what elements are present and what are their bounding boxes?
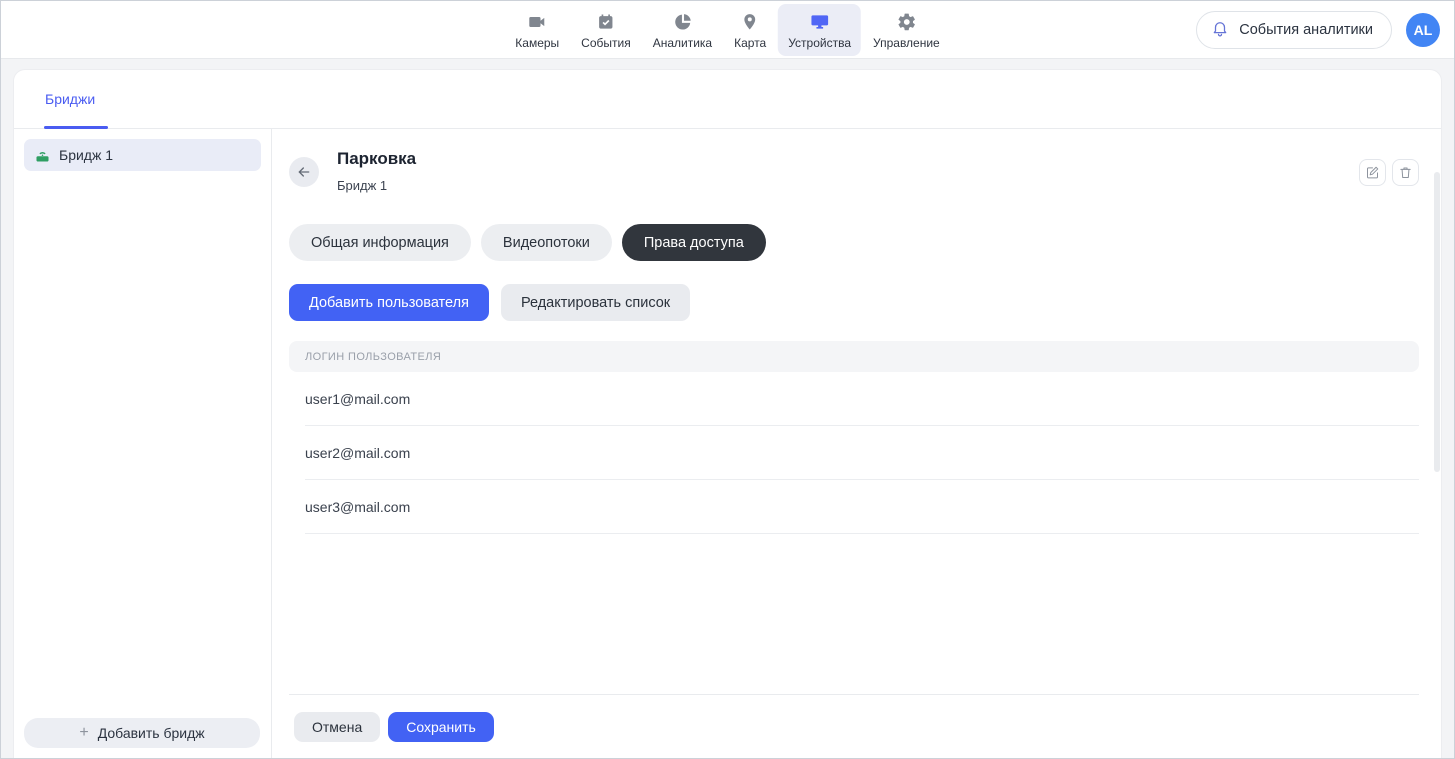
nav-item-map[interactable]: Карта: [724, 4, 776, 56]
map-pin-icon: [739, 11, 761, 33]
sidebar-item-bridge-1[interactable]: Бридж 1: [24, 139, 261, 171]
back-arrow-icon: [296, 164, 312, 180]
edit-icon: [1365, 165, 1380, 180]
cancel-button[interactable]: Отмена: [294, 712, 380, 742]
scrollbar-thumb[interactable]: [1434, 172, 1440, 472]
nav-label: Устройства: [788, 36, 851, 50]
analytics-icon: [671, 11, 693, 33]
sidebar-item-label: Бридж 1: [59, 147, 113, 163]
tab-bridges[interactable]: Бриджи: [45, 91, 95, 107]
page-subtitle: Бридж 1: [337, 178, 416, 193]
nav-label: Управление: [873, 36, 940, 50]
nav-label: Карта: [734, 36, 766, 50]
bridge-list-sidebar: Бридж 1 + Добавить бридж: [14, 129, 272, 758]
add-bridge-button[interactable]: + Добавить бридж: [24, 718, 260, 748]
analytics-events-label: События аналитики: [1239, 22, 1373, 38]
device-detail-panel: Парковка Бридж 1: [273, 129, 1441, 758]
nav-item-management[interactable]: Управление: [863, 4, 950, 56]
table-header: ЛОГИН ПОЛЬЗОВАТЕЛЯ: [289, 341, 1419, 372]
edit-list-button[interactable]: Редактировать список: [501, 284, 690, 321]
content-card: Бриджи Бридж 1 + Добавить бридж: [13, 69, 1442, 758]
header-actions: [1359, 159, 1419, 186]
delete-button[interactable]: [1392, 159, 1419, 186]
page-title: Парковка: [337, 149, 416, 169]
nav-item-cameras[interactable]: Камеры: [505, 4, 569, 56]
user-login: user3@mail.com: [305, 499, 410, 515]
user-login: user2@mail.com: [305, 445, 410, 461]
save-button[interactable]: Сохранить: [388, 712, 494, 742]
nav-item-events[interactable]: События: [571, 4, 641, 56]
avatar-initials: AL: [1414, 22, 1433, 38]
users-table: ЛОГИН ПОЛЬЗОВАТЕЛЯ user1@mail.com user2@…: [289, 341, 1419, 534]
trash-icon: [1398, 165, 1413, 180]
avatar[interactable]: AL: [1406, 13, 1440, 47]
device-header: Парковка Бридж 1: [289, 149, 1419, 193]
tab-general-info[interactable]: Общая информация: [289, 224, 471, 261]
top-bar: Камеры События Аналитика Карта Устройств: [1, 1, 1454, 59]
main-navigation: Камеры События Аналитика Карта Устройств: [505, 1, 949, 59]
form-footer: Отмена Сохранить: [289, 694, 1419, 758]
card-tab-strip: Бриджи: [14, 70, 1441, 129]
edit-button[interactable]: [1359, 159, 1386, 186]
topbar-right: События аналитики AL: [1196, 1, 1440, 59]
nav-item-devices[interactable]: Устройства: [778, 4, 861, 56]
plus-icon: +: [79, 725, 88, 741]
events-icon: [595, 11, 617, 33]
page-background: Бриджи Бридж 1 + Добавить бридж: [1, 59, 1454, 758]
user-login: user1@mail.com: [305, 391, 410, 407]
back-button[interactable]: [289, 157, 319, 187]
nav-label: Камеры: [515, 36, 559, 50]
table-row[interactable]: user1@mail.com: [289, 372, 1419, 426]
add-user-button[interactable]: Добавить пользователя: [289, 284, 489, 321]
table-row[interactable]: user2@mail.com: [289, 426, 1419, 480]
access-actions: Добавить пользователя Редактировать спис…: [289, 284, 1419, 321]
bell-icon: [1211, 19, 1229, 41]
gear-icon: [895, 11, 917, 33]
nav-item-analytics[interactable]: Аналитика: [643, 4, 722, 56]
tab-video-streams[interactable]: Видеопотоки: [481, 224, 612, 261]
table-row[interactable]: user3@mail.com: [289, 480, 1419, 534]
camera-icon: [526, 11, 548, 33]
tab-access-rights[interactable]: Права доступа: [622, 224, 766, 261]
nav-label: События: [581, 36, 631, 50]
add-bridge-label: Добавить бридж: [98, 725, 205, 741]
column-header-login: ЛОГИН ПОЛЬЗОВАТЕЛЯ: [305, 351, 441, 363]
nav-label: Аналитика: [653, 36, 712, 50]
bridge-router-icon: [34, 147, 51, 164]
title-block: Парковка Бридж 1: [337, 149, 416, 193]
analytics-events-button[interactable]: События аналитики: [1196, 11, 1392, 49]
devices-icon: [809, 11, 831, 33]
device-tabs: Общая информация Видеопотоки Права досту…: [289, 224, 1419, 261]
